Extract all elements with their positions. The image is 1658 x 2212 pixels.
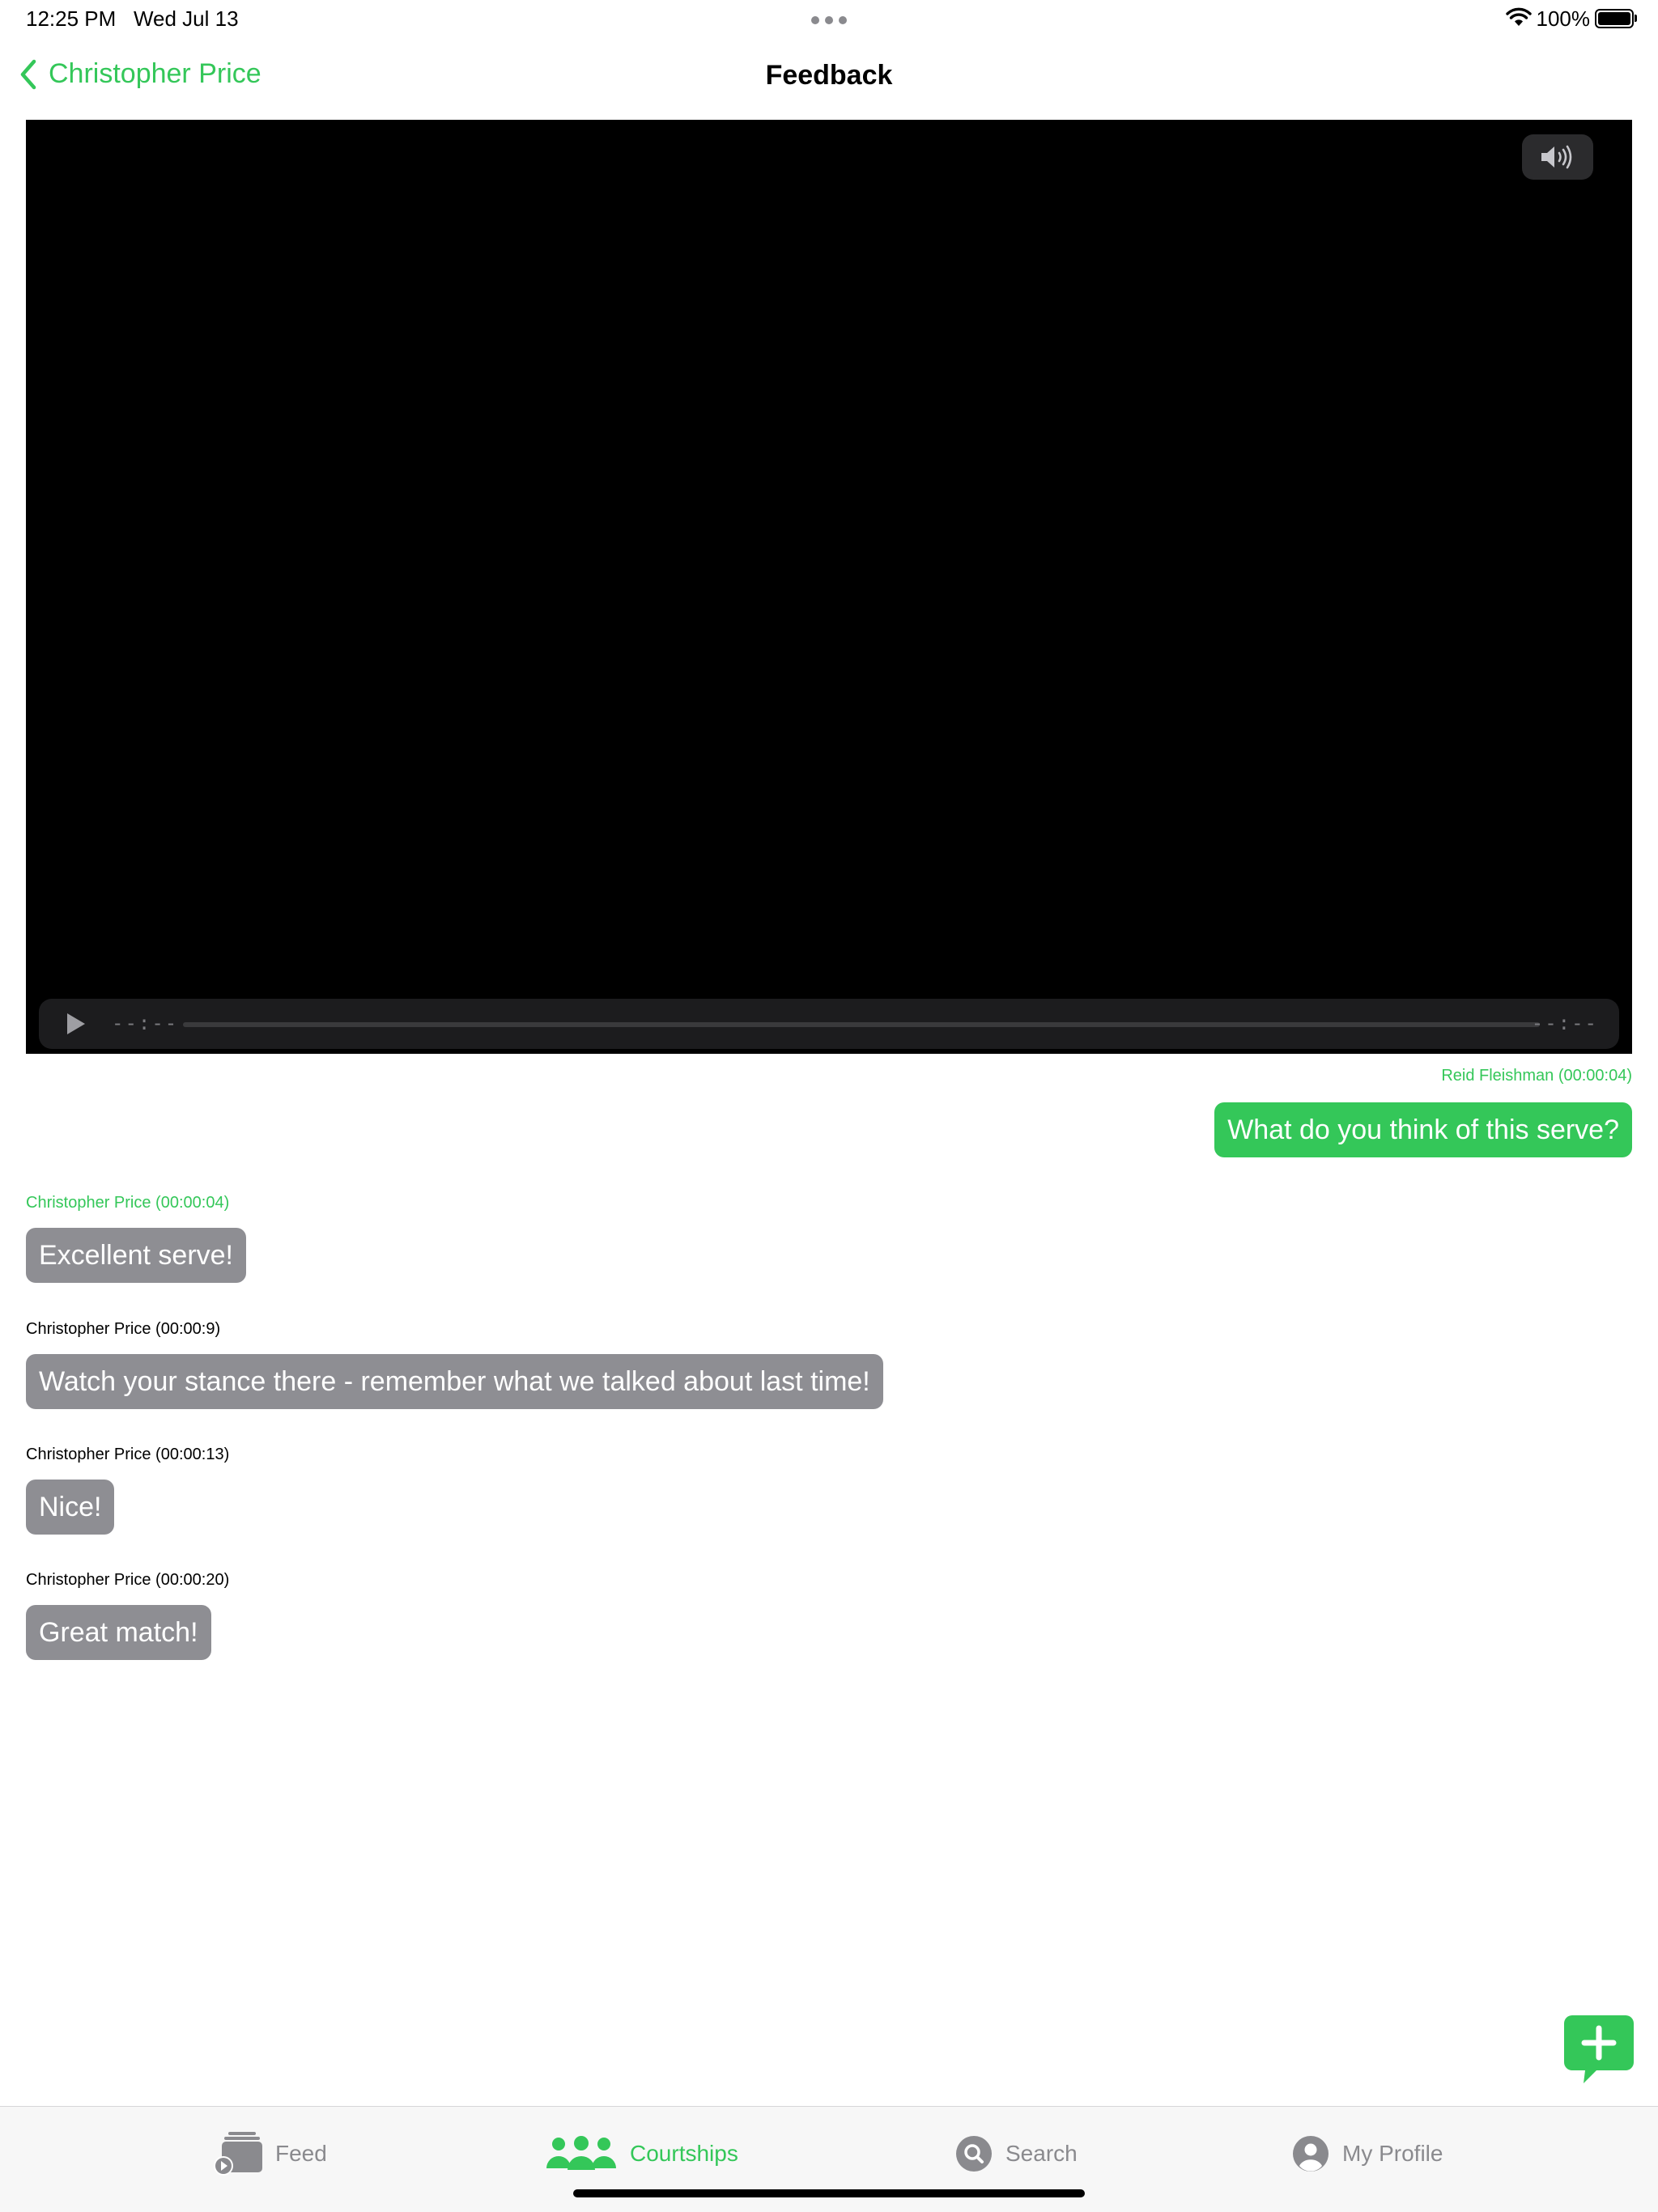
battery-icon	[1595, 9, 1637, 28]
comment-bubble[interactable]: What do you think of this serve?	[1214, 1102, 1632, 1157]
comment-bubble[interactable]: Watch your stance there - remember what …	[26, 1354, 883, 1409]
profile-icon	[1293, 2136, 1329, 2172]
status-time: 12:25 PM Wed Jul 13	[26, 6, 239, 32]
tab-courtships[interactable]: Courtships	[546, 2129, 738, 2178]
multitasking-dots-icon[interactable]	[811, 16, 847, 24]
tab-label: Courtships	[630, 2141, 738, 2166]
comment-author: Christopher Price (00:00:9)	[26, 1320, 221, 1338]
status-bar: 12:25 PM Wed Jul 13 100%	[0, 0, 1658, 40]
elapsed-time: --:--	[112, 1012, 179, 1034]
tab-bar: Feed Courtships Search My Profile	[0, 2106, 1658, 2212]
wifi-icon	[1505, 6, 1532, 32]
tab-label: Feed	[275, 2141, 327, 2166]
tab-label: My Profile	[1342, 2141, 1443, 2166]
comment-author: Christopher Price (00:00:04)	[26, 1194, 230, 1212]
video-scrubber[interactable]	[183, 1022, 1540, 1027]
feed-icon	[214, 2132, 262, 2176]
tab-label: Search	[1005, 2141, 1078, 2166]
status-clock: 12:25 PM	[26, 6, 117, 31]
speaker-icon	[1541, 145, 1572, 169]
play-icon[interactable]	[63, 1012, 87, 1036]
comment-bubble[interactable]: Nice!	[26, 1480, 115, 1535]
comment-bubble[interactable]: Excellent serve!	[26, 1228, 246, 1283]
comment-bubble[interactable]: Great match!	[26, 1605, 211, 1660]
video-player[interactable]: --:-- --:--	[26, 120, 1632, 1054]
comment-author: Christopher Price (00:00:20)	[26, 1571, 230, 1589]
volume-button[interactable]	[1522, 134, 1593, 180]
home-indicator[interactable]	[573, 2189, 1085, 2197]
status-indicators: 100%	[1505, 5, 1637, 32]
remaining-time: --:--	[1531, 1012, 1598, 1034]
comment-author: Reid Fleishman (00:00:04)	[1441, 1067, 1632, 1085]
search-icon	[956, 2136, 992, 2172]
comment-author: Christopher Price (00:00:13)	[26, 1446, 230, 1463]
tab-my-profile[interactable]: My Profile	[1292, 2129, 1443, 2178]
battery-percentage: 100%	[1536, 6, 1591, 31]
tab-search[interactable]: Search	[955, 2129, 1078, 2178]
status-date: Wed Jul 13	[133, 6, 239, 31]
tab-feed[interactable]: Feed	[212, 2129, 327, 2178]
page-title: Feedback	[765, 60, 893, 91]
playback-controls: --:-- --:--	[39, 999, 1619, 1049]
people-icon	[546, 2136, 616, 2170]
add-comment-button[interactable]	[1564, 2015, 1634, 2085]
